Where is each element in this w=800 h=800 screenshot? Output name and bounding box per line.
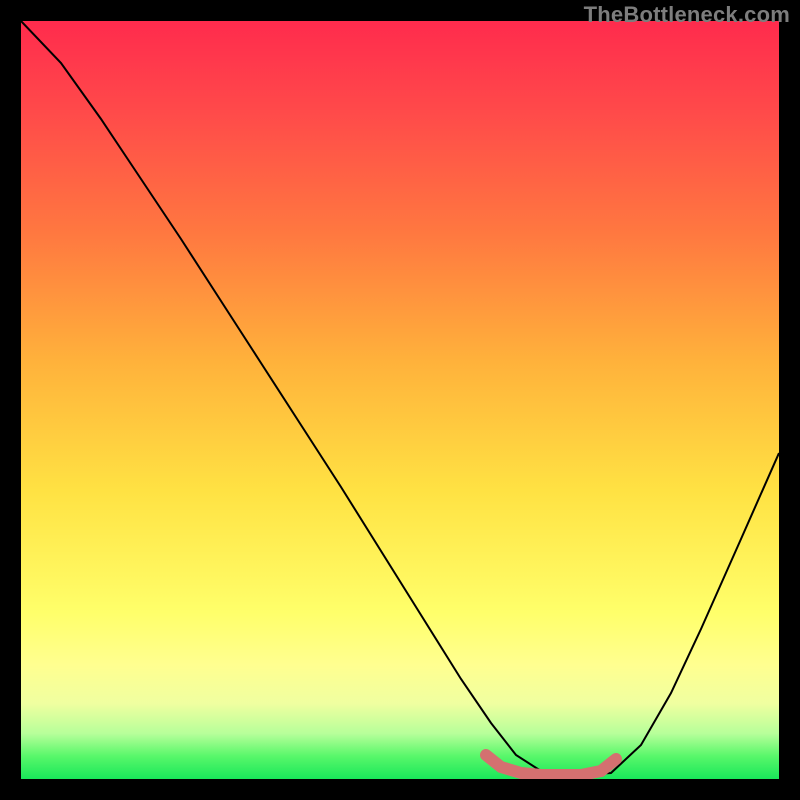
- chart-frame: TheBottleneck.com: [0, 0, 800, 800]
- bottleneck-curve: [21, 21, 779, 775]
- plot-area: [21, 21, 779, 779]
- watermark-text: TheBottleneck.com: [584, 2, 790, 28]
- bottleneck-zone: [486, 755, 616, 775]
- chart-svg: [21, 21, 779, 779]
